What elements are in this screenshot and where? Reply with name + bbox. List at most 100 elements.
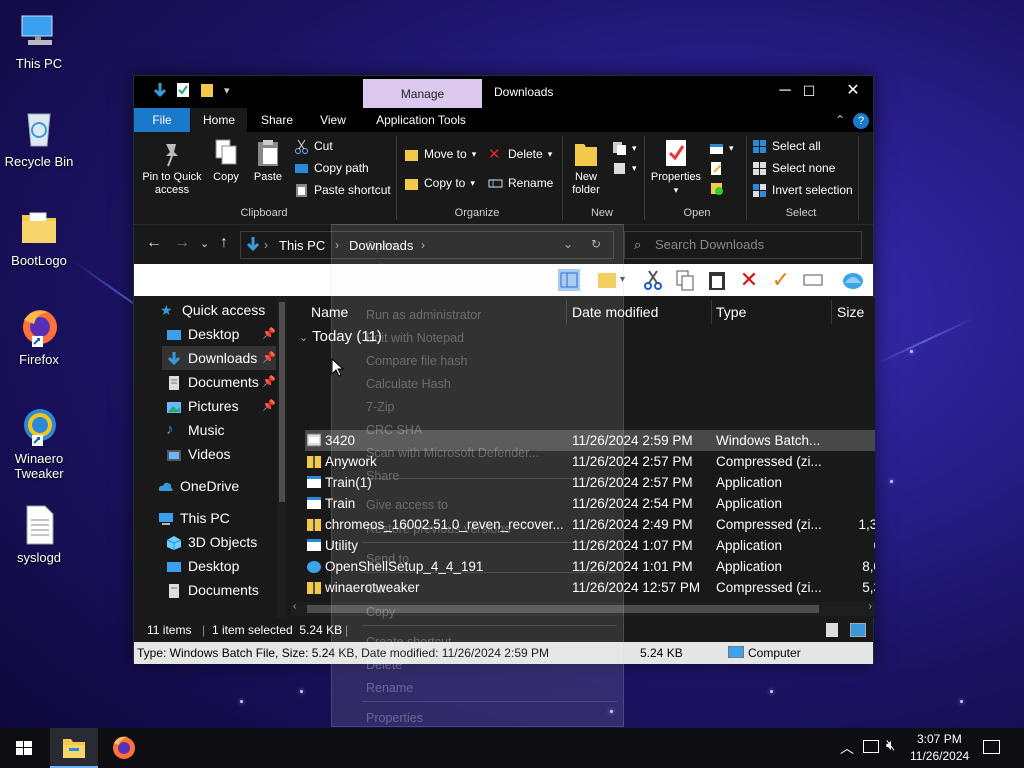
nav-desktop[interactable]: Desktop 📌 bbox=[166, 322, 276, 346]
customize-qat-icon[interactable]: ▾ bbox=[224, 82, 240, 100]
history-button[interactable] bbox=[709, 178, 724, 198]
rename-button[interactable]: Rename bbox=[488, 173, 553, 193]
context-menu-item[interactable]: Print bbox=[366, 285, 392, 299]
context-menu-item[interactable]: Open bbox=[366, 239, 397, 253]
paste-icon[interactable] bbox=[706, 269, 728, 291]
context-menu-item[interactable]: Calculate Hash bbox=[366, 377, 451, 391]
search-input[interactable]: ⌕ Search Downloads bbox=[624, 231, 862, 259]
nav-onedrive[interactable]: OneDrive bbox=[158, 474, 278, 498]
nav-videos[interactable]: Videos bbox=[166, 442, 276, 466]
invert-selection-button[interactable]: Invert selection bbox=[752, 180, 853, 200]
copy-button[interactable]: Copy bbox=[208, 138, 244, 184]
clock-time[interactable]: 3:07 PM bbox=[917, 732, 962, 746]
context-menu-item[interactable]: Copy bbox=[366, 605, 395, 619]
start-button[interactable] bbox=[0, 728, 48, 768]
desktop-icon-winaero-tweaker[interactable]: Winaero Tweaker bbox=[1, 405, 77, 481]
context-menu-item[interactable]: CRC SHA bbox=[366, 423, 422, 437]
download-arrow-icon[interactable] bbox=[152, 82, 168, 100]
tab-home[interactable]: Home bbox=[191, 108, 247, 132]
manage-context-tab[interactable]: Manage bbox=[363, 79, 482, 108]
scroll-right-icon[interactable]: › bbox=[869, 601, 872, 612]
cut-button[interactable]: Cut bbox=[294, 136, 333, 156]
context-menu-item[interactable]: 7-Zip bbox=[366, 400, 394, 414]
title-bar[interactable]: ▾ Manage Downloads ─ ☐ ✕ bbox=[134, 76, 873, 108]
copy-to-button[interactable]: Copy to ▾ bbox=[404, 173, 475, 193]
nav-documents[interactable]: Documents 📌 bbox=[166, 370, 276, 394]
details-view-icon[interactable] bbox=[826, 623, 838, 637]
desktop-icon-this-pc[interactable]: This PC bbox=[1, 10, 77, 71]
context-menu-item[interactable]: Share bbox=[366, 469, 399, 483]
desktop-icon-syslogd[interactable]: syslogd bbox=[1, 504, 77, 565]
new-folder-icon[interactable] bbox=[200, 82, 216, 100]
up-arrow-icon[interactable]: ↑ bbox=[220, 234, 228, 252]
tab-application-tools[interactable]: Application Tools bbox=[366, 108, 476, 132]
delete-icon[interactable]: ✕ bbox=[738, 269, 760, 291]
edit-button[interactable] bbox=[709, 158, 724, 178]
context-menu-item[interactable]: Send to bbox=[366, 552, 409, 566]
open-button[interactable]: ▾ bbox=[709, 138, 734, 158]
help-icon[interactable]: ? bbox=[852, 108, 870, 132]
properties-check-icon[interactable]: ✓ bbox=[770, 269, 792, 291]
context-menu-item[interactable]: Edit bbox=[366, 262, 388, 276]
context-menu-item[interactable]: Rename bbox=[366, 681, 413, 695]
nav-downloads[interactable]: Downloads 📌 bbox=[162, 346, 276, 370]
nav-music[interactable]: ♪ Music bbox=[166, 418, 276, 442]
copy-path-button[interactable]: Copy path bbox=[294, 158, 369, 178]
column-header-type[interactable]: Type bbox=[716, 298, 746, 326]
rename-icon[interactable] bbox=[802, 269, 824, 291]
tab-view[interactable]: View bbox=[308, 108, 358, 132]
column-header-size[interactable]: Size bbox=[837, 298, 864, 326]
nav-quick-access[interactable]: ★ Quick access bbox=[160, 298, 280, 322]
context-menu-item[interactable]: Scan with Microsoft Defender... bbox=[366, 446, 539, 460]
network-icon[interactable] bbox=[863, 740, 879, 753]
new-folder-button[interactable]: New folder bbox=[568, 138, 604, 197]
context-menu-item[interactable]: Delete bbox=[366, 658, 402, 672]
nav-pc-desktop[interactable]: Desktop bbox=[166, 554, 276, 578]
show-hidden-icons-chevron-icon[interactable]: ︿ bbox=[840, 738, 854, 758]
new-item-button[interactable]: ▾ bbox=[612, 138, 637, 158]
tab-file[interactable]: File bbox=[134, 108, 190, 132]
nav-3d-objects[interactable]: 3D Objects bbox=[166, 530, 276, 554]
desktop-icon-recycle-bin[interactable]: Recycle Bin bbox=[1, 108, 77, 169]
pin-to-quick-access-button[interactable]: Pin to Quick access bbox=[140, 138, 204, 197]
context-menu-item[interactable]: Give access to bbox=[366, 498, 448, 512]
nav-pictures[interactable]: Pictures 📌 bbox=[166, 394, 276, 418]
context-menu-item[interactable]: Restore previous versions bbox=[366, 522, 511, 536]
taskbar-firefox[interactable] bbox=[100, 728, 148, 768]
large-icons-view-icon[interactable] bbox=[850, 623, 866, 637]
select-none-button[interactable]: Select none bbox=[752, 158, 835, 178]
maximize-button[interactable]: ☐ bbox=[786, 76, 832, 106]
context-menu-item[interactable]: Create shortcut bbox=[366, 635, 451, 649]
notifications-icon[interactable] bbox=[983, 740, 1000, 754]
paste-shortcut-button[interactable]: Paste shortcut bbox=[294, 180, 391, 200]
recent-locations-chevron-icon[interactable]: ⌄ bbox=[200, 237, 209, 250]
tab-share[interactable]: Share bbox=[252, 108, 302, 132]
properties-button[interactable]: Properties ▾ bbox=[648, 138, 704, 197]
shell-icon[interactable] bbox=[842, 269, 864, 291]
context-menu-item[interactable]: Compare file hash bbox=[366, 354, 467, 368]
context-menu-item[interactable]: Properties bbox=[366, 711, 423, 725]
context-menu-item[interactable]: Cut bbox=[366, 582, 385, 596]
properties-icon[interactable] bbox=[176, 82, 192, 100]
desktop-icon-bootlogo[interactable]: BootLogo bbox=[1, 207, 77, 268]
forward-arrow-icon[interactable]: → bbox=[174, 234, 190, 252]
nav-scrollbar[interactable] bbox=[277, 298, 287, 618]
context-menu-item[interactable]: Edit with Notepad bbox=[366, 331, 464, 345]
copy-icon[interactable] bbox=[674, 269, 696, 291]
select-all-button[interactable]: Select all bbox=[752, 136, 821, 156]
back-arrow-icon[interactable]: ← bbox=[146, 234, 162, 252]
desktop-icon-firefox[interactable]: Firefox bbox=[1, 306, 77, 367]
delete-button[interactable]: ✕ Delete ▾ bbox=[488, 144, 552, 164]
nav-this-pc[interactable]: This PC bbox=[158, 506, 278, 530]
context-menu-item[interactable]: Run as administrator bbox=[366, 308, 481, 322]
paste-button[interactable]: Paste bbox=[250, 138, 286, 184]
volume-muted-icon[interactable]: 🔇︎ bbox=[886, 737, 895, 754]
taskbar-file-explorer[interactable] bbox=[50, 728, 98, 768]
nav-pc-documents[interactable]: Documents bbox=[166, 578, 276, 602]
move-to-button[interactable]: Move to ▾ bbox=[404, 144, 476, 164]
cut-icon[interactable] bbox=[642, 269, 664, 291]
easy-access-button[interactable]: ▾ bbox=[612, 158, 637, 178]
ribbon-collapse-icon[interactable]: ⌃ bbox=[832, 108, 848, 132]
breadcrumb-this-pc[interactable]: This PC bbox=[279, 238, 325, 253]
clock-date[interactable]: 11/26/2024 bbox=[910, 749, 969, 763]
